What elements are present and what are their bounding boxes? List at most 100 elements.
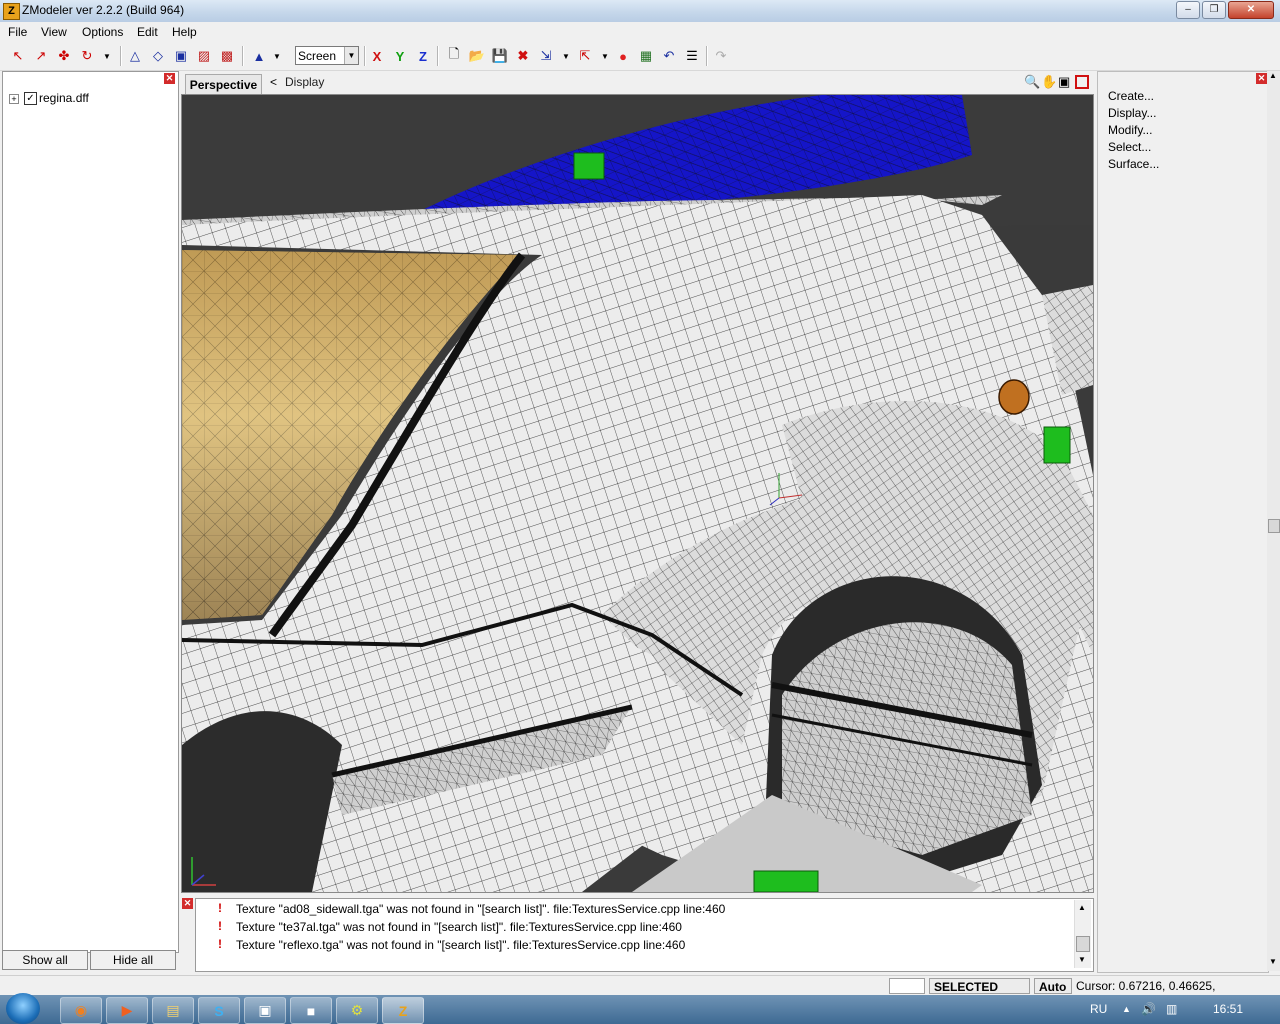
redo-icon[interactable]: ↷ bbox=[712, 47, 730, 65]
menu-options[interactable]: Options bbox=[82, 25, 123, 39]
axis-lock-icon[interactable]: ▲ bbox=[250, 47, 268, 65]
language-indicator[interactable]: RU bbox=[1090, 1002, 1107, 1016]
select-tool-icon[interactable]: ↖ bbox=[9, 47, 27, 65]
axis-y-toggle[interactable]: Y bbox=[391, 47, 409, 65]
command-create[interactable]: Create... bbox=[1108, 89, 1154, 103]
scroll-up-icon[interactable]: ▲ bbox=[1269, 71, 1277, 80]
skype-task-icon[interactable]: S bbox=[198, 997, 240, 1024]
zoom-icon[interactable]: 🔍 bbox=[1024, 74, 1040, 90]
command-panel: ✕ Create... Display... Modify... Select.… bbox=[1097, 71, 1269, 973]
toolbar-separator bbox=[364, 46, 366, 66]
new-file-icon[interactable]: 🗋 bbox=[445, 46, 463, 65]
open-folder-icon[interactable]: 📂 bbox=[468, 47, 486, 65]
volume-icon[interactable]: 🔊 bbox=[1141, 1002, 1156, 1016]
vertex-mode-icon[interactable]: △ bbox=[126, 47, 144, 65]
export-icon[interactable]: ⇱ bbox=[576, 47, 594, 65]
menu-edit[interactable]: Edit bbox=[137, 25, 158, 39]
menu-help[interactable]: Help bbox=[172, 25, 197, 39]
viewport-header: < Display 🔍 ✋ ▣ bbox=[181, 71, 1092, 94]
network-icon[interactable]: ▥ bbox=[1166, 1002, 1177, 1016]
perspective-viewport[interactable] bbox=[181, 94, 1094, 893]
close-panel-icon[interactable]: ✕ bbox=[164, 73, 175, 84]
chevron-down-icon[interactable]: ▼ bbox=[268, 47, 286, 65]
display-rollout-label[interactable]: Display bbox=[285, 75, 324, 89]
window-task-icon[interactable]: ▣ bbox=[244, 997, 286, 1024]
import-icon[interactable]: ⇲ bbox=[537, 47, 555, 65]
select-vertex-icon[interactable]: ↗ bbox=[32, 47, 50, 65]
edge-mode-icon[interactable]: ◇ bbox=[149, 47, 167, 65]
tree-item-label[interactable]: regina.dff bbox=[39, 91, 89, 105]
explorer-task-icon[interactable]: ▤ bbox=[152, 997, 194, 1024]
save-icon[interactable]: 💾 bbox=[491, 47, 509, 65]
menu-bar: File View Options Edit Help bbox=[0, 22, 1280, 42]
delete-icon[interactable]: ✖ bbox=[514, 47, 532, 65]
media-player-task-icon[interactable]: ▶ bbox=[106, 997, 148, 1024]
stop-render-icon[interactable] bbox=[1075, 75, 1089, 89]
command-modify[interactable]: Modify... bbox=[1108, 123, 1152, 137]
toolbar-separator bbox=[706, 46, 708, 66]
display-collapse-arrow[interactable]: < bbox=[270, 75, 277, 89]
toolbar-separator bbox=[437, 46, 439, 66]
terminal-task-icon[interactable]: ■ bbox=[290, 997, 332, 1024]
group-mode-icon[interactable]: ▩ bbox=[218, 47, 236, 65]
tray-expand-icon[interactable]: ▲ bbox=[1122, 1004, 1131, 1014]
status-bar: SELECTED MODE Auto Cursor: 0.67216, 0.46… bbox=[0, 975, 1280, 1010]
chevron-down-icon: ▼ bbox=[344, 47, 358, 64]
scroll-down-icon[interactable]: ▼ bbox=[1269, 957, 1277, 966]
scroll-thumb[interactable] bbox=[1268, 519, 1280, 533]
menu-view[interactable]: View bbox=[41, 25, 67, 39]
error-icon: ! bbox=[218, 919, 222, 933]
restore-button[interactable]: ❐ bbox=[1202, 1, 1226, 19]
wireframe-render bbox=[182, 95, 1093, 892]
log-line: Texture "ad08_sidewall.tga" was not foun… bbox=[236, 902, 726, 916]
auto-indicator[interactable]: Auto bbox=[1034, 978, 1072, 994]
close-panel-icon[interactable]: ✕ bbox=[1256, 73, 1267, 84]
scene-tree-panel: ✕ + ✓ regina.dff bbox=[2, 71, 179, 953]
maximize-viewport-icon[interactable]: ▣ bbox=[1058, 74, 1070, 90]
tree-expand-icon[interactable]: + bbox=[9, 94, 19, 104]
face-mode-icon[interactable]: ▣ bbox=[172, 47, 190, 65]
command-select[interactable]: Select... bbox=[1108, 140, 1151, 154]
log-scrollbar[interactable]: ▲ ▼ bbox=[1074, 900, 1091, 968]
chevron-down-icon[interactable]: ▼ bbox=[596, 47, 614, 65]
tree-visibility-checkbox[interactable]: ✓ bbox=[24, 92, 37, 105]
show-all-button[interactable]: Show all bbox=[2, 950, 88, 970]
chevron-down-icon[interactable]: ▼ bbox=[557, 47, 575, 65]
toolbar-separator bbox=[242, 46, 244, 66]
rotate-tool-icon[interactable]: ↻ bbox=[78, 47, 96, 65]
close-button[interactable]: ✕ bbox=[1228, 1, 1274, 19]
command-display[interactable]: Display... bbox=[1108, 106, 1156, 120]
axis-x-toggle[interactable]: X bbox=[368, 47, 386, 65]
viewport-tab-perspective[interactable]: Perspective bbox=[185, 74, 262, 95]
texture-icon[interactable]: ▦ bbox=[637, 47, 655, 65]
pan-hand-icon[interactable]: ✋ bbox=[1041, 74, 1057, 90]
zmodeler-task-icon[interactable]: Z bbox=[382, 997, 424, 1024]
scroll-thumb[interactable] bbox=[1076, 936, 1090, 952]
scroll-down-icon[interactable]: ▼ bbox=[1078, 955, 1086, 964]
error-icon: ! bbox=[218, 901, 222, 915]
taskbar: ◉ ▶ ▤ S ▣ ■ ⚙ Z RU ▲ 🔊 ▥ 16:51 bbox=[0, 993, 1280, 1024]
start-button[interactable] bbox=[6, 993, 40, 1024]
object-mode-icon[interactable]: ▨ bbox=[195, 47, 213, 65]
clock[interactable]: 16:51 bbox=[1213, 1002, 1243, 1016]
close-log-icon[interactable]: ✕ bbox=[182, 898, 193, 909]
undo-icon[interactable]: ↶ bbox=[660, 47, 678, 65]
window-title: ZModeler ver 2.2.2 (Build 964) bbox=[22, 3, 185, 17]
tool-task-icon[interactable]: ⚙ bbox=[336, 997, 378, 1024]
firefox-task-icon[interactable]: ◉ bbox=[60, 997, 102, 1024]
move-tool-icon[interactable]: ✤ bbox=[55, 47, 73, 65]
scroll-up-icon[interactable]: ▲ bbox=[1078, 903, 1086, 912]
minimize-button[interactable]: – bbox=[1176, 1, 1200, 19]
render-icon[interactable]: ● bbox=[614, 47, 632, 65]
menu-file[interactable]: File bbox=[8, 25, 27, 39]
axis-z-toggle[interactable]: Z bbox=[414, 47, 432, 65]
command-panel-scrollbar[interactable]: ▲ ▼ bbox=[1267, 71, 1280, 971]
command-surface[interactable]: Surface... bbox=[1108, 157, 1159, 171]
properties-icon[interactable]: ☰ bbox=[683, 47, 701, 65]
log-line: Texture "reflexo.tga" was not found in "… bbox=[236, 938, 686, 952]
chevron-down-icon[interactable]: ▼ bbox=[98, 47, 116, 65]
hide-all-button[interactable]: Hide all bbox=[90, 950, 176, 970]
log-panel: ! Texture "ad08_sidewall.tga" was not fo… bbox=[195, 898, 1094, 972]
coordinate-mode-select[interactable]: Screen ▼ bbox=[295, 46, 359, 65]
selected-mode-indicator[interactable]: SELECTED MODE bbox=[929, 978, 1030, 1010]
